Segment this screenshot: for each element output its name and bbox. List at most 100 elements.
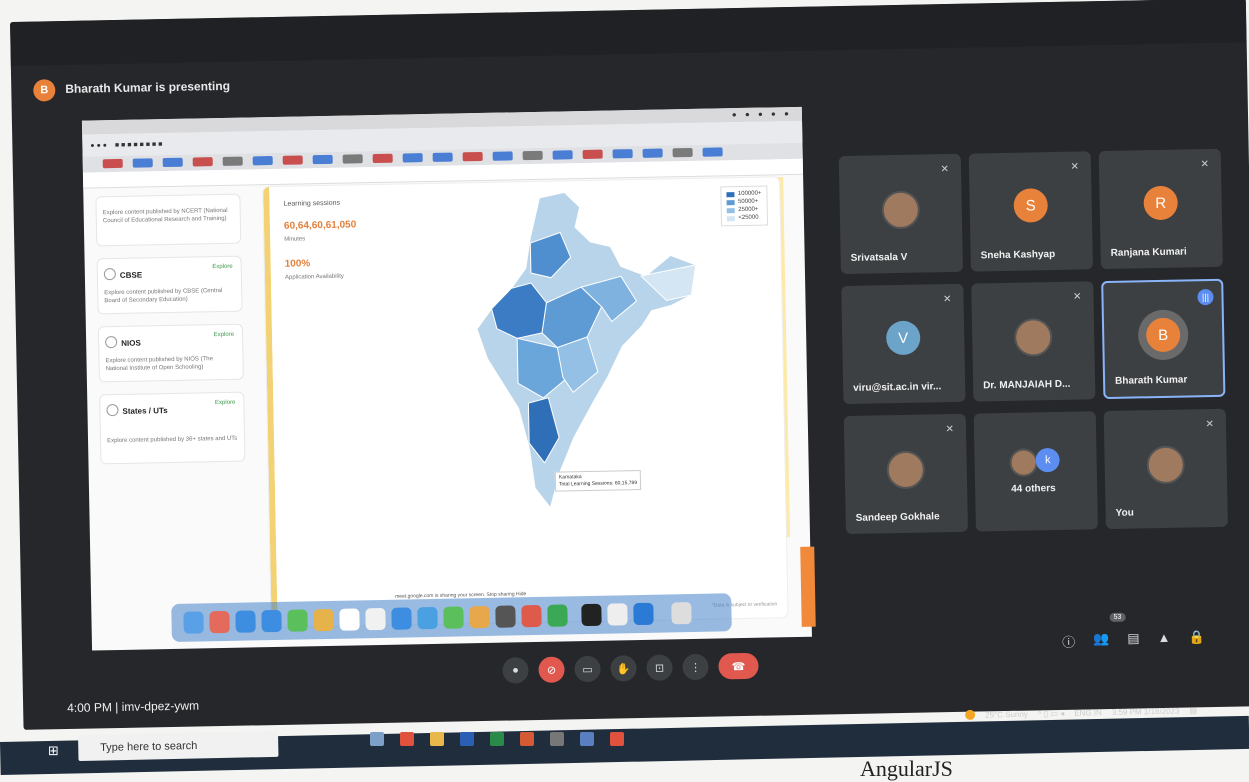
browser-tab[interactable] [552, 150, 573, 160]
tray-icons[interactable]: ^ ▯ ▭ ◂ [1038, 708, 1065, 718]
task-view-icon[interactable] [370, 732, 384, 746]
card-title: States / UTs [122, 406, 168, 416]
language-indicator[interactable]: ENG IN [1074, 708, 1102, 718]
present-button[interactable]: ⊡ [646, 654, 673, 681]
participant-tile-self[interactable]: ✕ You [1103, 408, 1228, 530]
calendar-icon[interactable] [339, 608, 360, 631]
participant-tile-others[interactable]: k 44 others [973, 411, 1098, 532]
sessions-unit: Minutes [284, 236, 306, 243]
browser-tab[interactable] [192, 157, 213, 167]
browser-tab[interactable] [522, 150, 543, 161]
browser-tab[interactable] [342, 154, 363, 164]
taskbar-search-input[interactable]: Type here to search [100, 740, 197, 754]
excel-taskbar-icon[interactable] [490, 732, 504, 746]
participant-tile[interactable]: ✕ V viru@sit.ac.in vir... [841, 283, 966, 405]
mail-icon[interactable] [261, 609, 282, 633]
card-description: Explore content published by CBSE (Centr… [104, 287, 223, 305]
participant-tile-presenter[interactable]: ||| B Bharath Kumar [1101, 278, 1226, 400]
chrome-icon[interactable] [521, 604, 542, 628]
card-description: Explore content published by 36+ states … [107, 435, 238, 445]
source-card-ncert[interactable]: Explore content published by NCERT (Nati… [95, 193, 242, 247]
source-card-cbse[interactable]: CBSE Explore Explore content published b… [96, 255, 243, 315]
source-card-nios[interactable]: NIOS Explore Explore content published b… [97, 323, 244, 383]
explore-badge[interactable]: Explore [215, 400, 235, 406]
clock[interactable]: 3:59 PM 1/18/2023 [1112, 706, 1180, 716]
participant-name: Srivatsala V [850, 251, 908, 264]
windows-start-icon[interactable]: ⊞ [48, 743, 59, 759]
notes-icon[interactable] [365, 607, 386, 631]
settings-icon[interactable] [495, 605, 516, 628]
participant-name: Sandeep Gokhale [855, 511, 940, 524]
safari-icon[interactable] [235, 610, 256, 633]
browser-tab[interactable] [582, 149, 603, 160]
shared-screen: ● ● ● ● ● ● ● ● ■ ■ ■ ■ ■ ■ ■ ■ Explore … [81, 106, 812, 651]
notification-icon[interactable]: ▤ [1189, 706, 1197, 715]
weather-text[interactable]: 25°C Sunny [985, 709, 1028, 719]
explore-badge[interactable]: Explore [214, 332, 234, 338]
people-icon[interactable]: 👥 [1093, 631, 1110, 650]
more-options-button[interactable]: ⋮ [682, 653, 709, 681]
app-taskbar-icon[interactable] [580, 732, 594, 746]
browser-tab[interactable] [492, 151, 513, 161]
app-taskbar-icon[interactable] [550, 732, 564, 746]
participant-photo [1146, 445, 1186, 485]
mic-button[interactable]: ● [502, 657, 529, 684]
camera-off-button[interactable]: ⊘ [538, 656, 565, 683]
raise-hand-button[interactable]: ✋ [610, 655, 637, 682]
browser-tab[interactable] [162, 157, 183, 168]
numbers-icon[interactable] [443, 606, 464, 629]
photos-icon[interactable] [313, 608, 334, 632]
keynote-icon[interactable] [417, 606, 438, 630]
chat-icon[interactable]: ▤ [1127, 630, 1140, 649]
browser-tab[interactable] [222, 156, 243, 166]
finder-icon[interactable] [183, 611, 204, 634]
browser-tab[interactable] [402, 153, 423, 163]
activities-icon[interactable]: ▲ [1157, 630, 1170, 649]
pages-icon[interactable] [469, 605, 490, 629]
browser-tab[interactable] [642, 148, 663, 158]
explore-badge[interactable]: Explore [212, 264, 232, 270]
leave-call-button[interactable]: ☎ [718, 652, 759, 680]
captions-button[interactable]: ▭ [574, 655, 601, 683]
legend-swatch [727, 207, 736, 213]
availability-label: Application Availability [284, 273, 344, 281]
india-choropleth-map[interactable] [469, 185, 705, 519]
terminal-icon[interactable] [581, 603, 602, 627]
participant-tile[interactable]: ✕ Sandeep Gokhale [843, 413, 968, 535]
browser-tab[interactable] [612, 149, 633, 159]
clock-date: 1/18/2023 [1143, 706, 1180, 716]
chrome-taskbar-icon[interactable] [400, 732, 414, 746]
pen-icon[interactable] [607, 603, 628, 626]
browser-tab[interactable] [372, 153, 393, 164]
browser-tab[interactable] [672, 147, 693, 158]
vscode-icon[interactable] [633, 602, 654, 626]
maps-icon[interactable] [287, 609, 308, 632]
browser-tab[interactable] [102, 158, 123, 169]
chrome-taskbar-icon[interactable] [610, 732, 624, 746]
browser-tab[interactable] [312, 154, 333, 165]
word-taskbar-icon[interactable] [460, 732, 474, 746]
participant-tile[interactable]: ✕ S Sneha Kashyap [968, 151, 1093, 272]
messages-icon[interactable] [547, 604, 568, 627]
explorer-taskbar-icon[interactable] [430, 732, 444, 746]
browser-tab[interactable] [462, 151, 483, 162]
browser-tab[interactable] [252, 155, 273, 166]
info-icon[interactable]: ⓘ [1062, 632, 1075, 651]
content-source-list: Explore content published by NCERT (Nati… [95, 193, 253, 637]
card-title: CBSE [119, 270, 143, 280]
participant-tile[interactable]: ✕ R Ranjana Kumari [1098, 148, 1223, 270]
source-card-states[interactable]: States / UTs Explore Explore content pub… [99, 391, 246, 465]
browser-tab[interactable] [432, 152, 453, 162]
launchpad-icon[interactable] [209, 610, 230, 634]
browser-tab[interactable] [702, 147, 723, 157]
meeting-info: 4:00 PM | imv-dpez-ywm [67, 698, 199, 715]
trash-icon[interactable] [671, 602, 692, 625]
browser-tab[interactable] [132, 158, 153, 168]
participant-tile[interactable]: ✕ Dr. MANJAIAH D... [971, 281, 1096, 402]
store-icon[interactable] [391, 607, 412, 630]
host-controls-icon[interactable]: 🔒 [1188, 629, 1205, 648]
browser-tab[interactable] [282, 155, 303, 165]
powerpoint-taskbar-icon[interactable] [520, 732, 534, 746]
participant-tile[interactable]: ✕ Srivatsala V [838, 153, 963, 275]
weather-sun-icon [965, 709, 976, 720]
